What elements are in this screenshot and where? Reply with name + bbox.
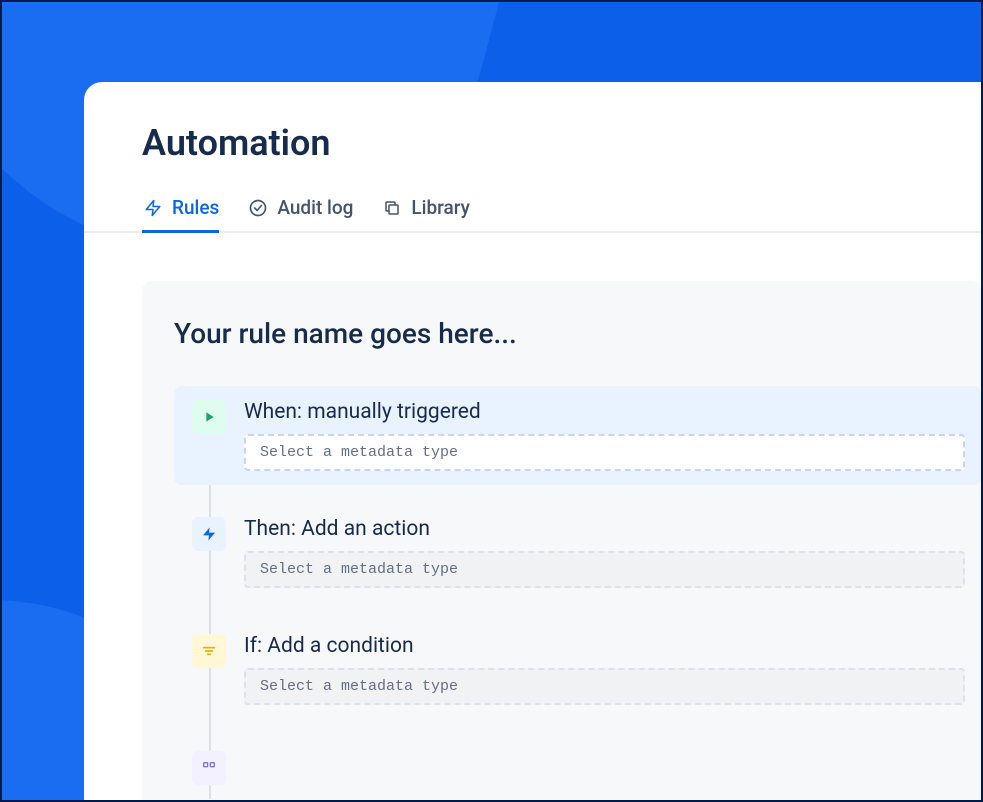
rule-step-branch[interactable]	[174, 737, 981, 799]
rule-step-condition[interactable]: If: Add a condition Select a metadata ty…	[174, 620, 981, 719]
page-title: Automation	[84, 122, 981, 164]
step-label: When: manually triggered	[244, 400, 965, 424]
branch-icon	[192, 751, 226, 785]
metadata-type-selector[interactable]: Select a metadata type	[244, 668, 965, 705]
bolt-icon	[192, 517, 226, 551]
step-content: If: Add a condition Select a metadata ty…	[244, 634, 965, 705]
step-content: Then: Add an action Select a metadata ty…	[244, 517, 965, 588]
filter-icon	[192, 634, 226, 668]
metadata-type-selector[interactable]: Select a metadata type	[244, 434, 965, 471]
main-card: Automation Rules Audit log	[84, 82, 981, 800]
rule-step-trigger[interactable]: When: manually triggered Select a metada…	[174, 386, 981, 485]
tab-label: Library	[411, 196, 470, 219]
step-content: When: manually triggered Select a metada…	[244, 400, 965, 471]
play-icon	[192, 400, 226, 434]
rule-name-input[interactable]: Your rule name goes here...	[174, 317, 981, 350]
tab-label: Rules	[172, 196, 219, 219]
tab-library[interactable]: Library	[381, 196, 470, 231]
metadata-type-selector[interactable]: Select a metadata type	[244, 551, 965, 588]
tab-label: Audit log	[277, 196, 353, 219]
tab-audit-log[interactable]: Audit log	[247, 196, 353, 231]
tab-rules[interactable]: Rules	[142, 196, 219, 231]
rule-steps-list: When: manually triggered Select a metada…	[174, 386, 981, 799]
lightning-icon	[142, 197, 164, 219]
tab-bar: Rules Audit log Library	[84, 196, 981, 233]
rule-step-action[interactable]: Then: Add an action Select a metadata ty…	[174, 503, 981, 602]
step-label: If: Add a condition	[244, 634, 965, 658]
rule-builder-panel: Your rule name goes here... When: manual…	[142, 281, 981, 802]
app-frame: Automation Rules Audit log	[0, 0, 983, 802]
check-circle-icon	[247, 197, 269, 219]
step-label: Then: Add an action	[244, 517, 965, 541]
copy-icon	[381, 197, 403, 219]
